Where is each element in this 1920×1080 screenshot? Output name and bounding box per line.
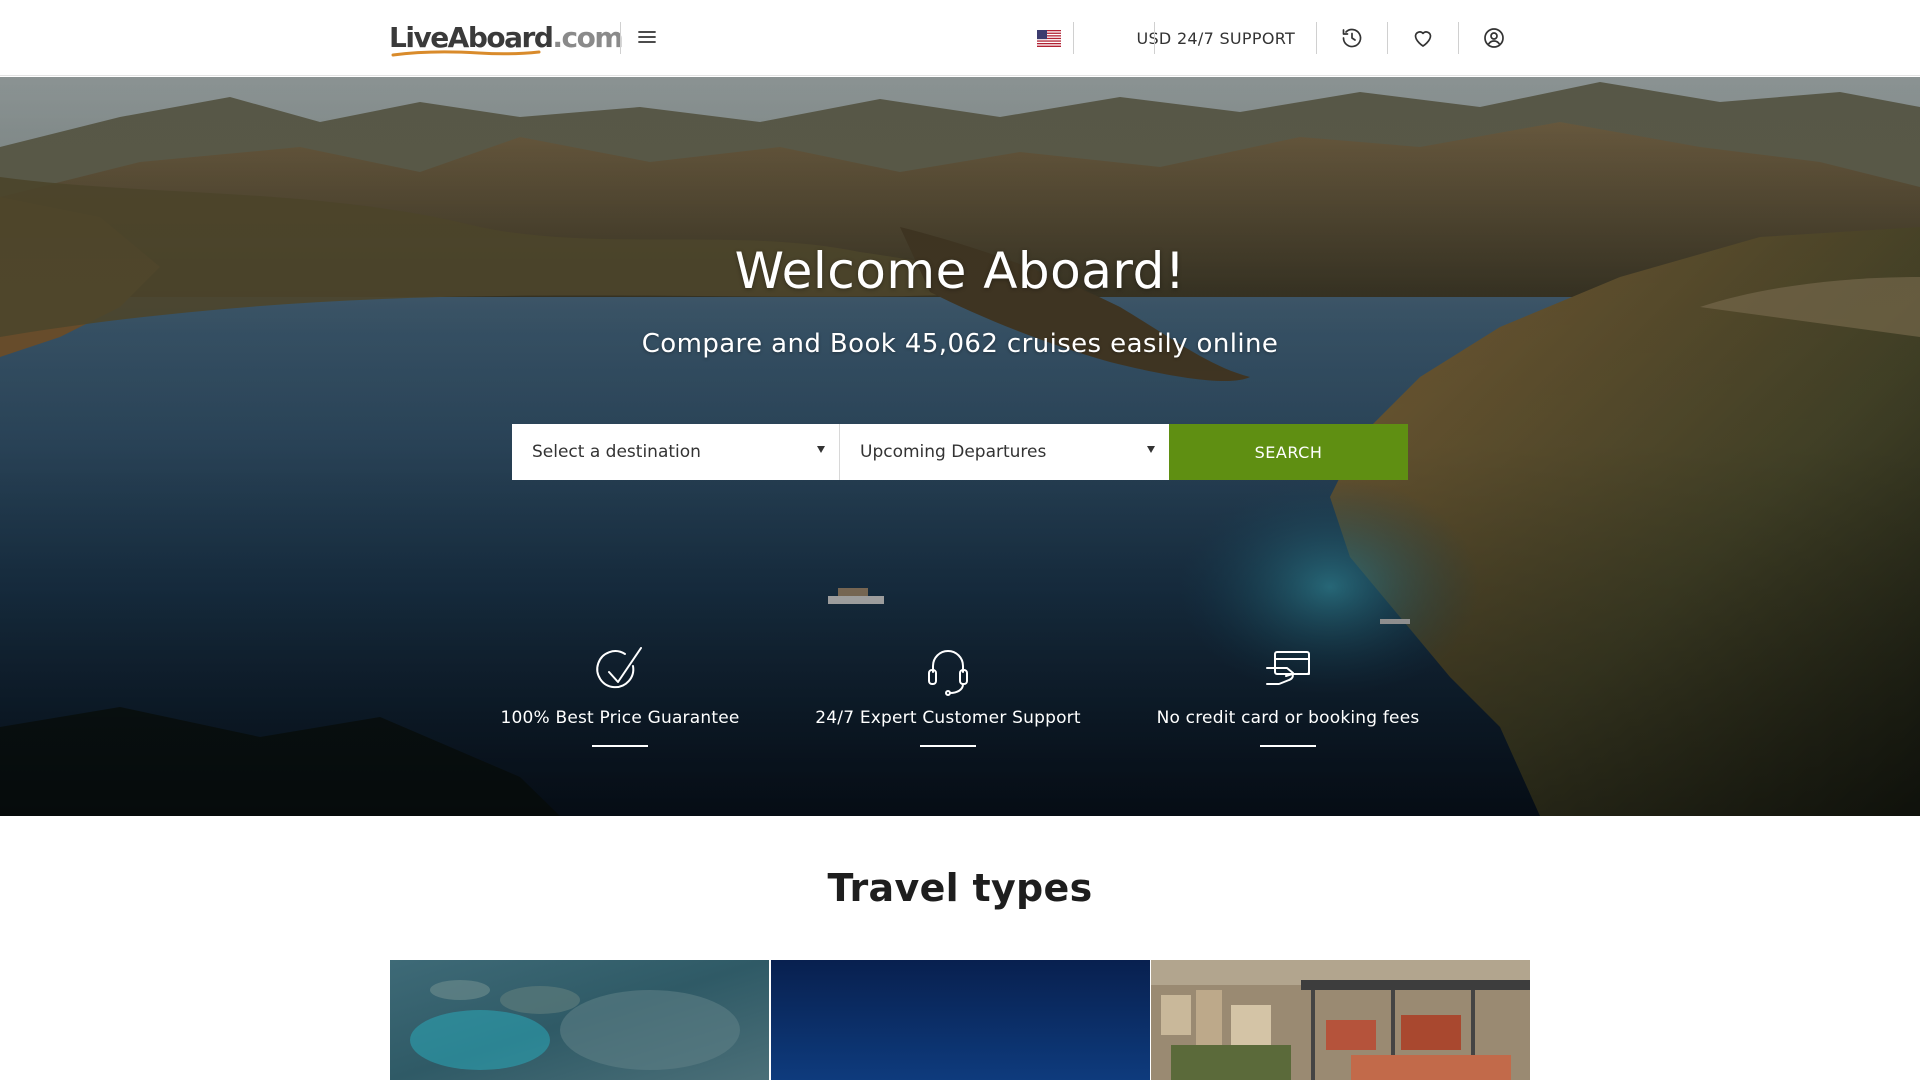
travel-type-image	[771, 960, 1150, 1080]
logo-swoosh-icon	[391, 50, 541, 57]
header-divider	[1316, 22, 1317, 54]
usp-label: 24/7 Expert Customer Support	[815, 708, 1081, 728]
site-header: LiveAboard.com USD 24/7 SUPPORT	[0, 0, 1920, 76]
account-button[interactable]	[1464, 0, 1524, 76]
chevron-down-icon	[1147, 446, 1155, 453]
user-circle-icon	[1484, 28, 1504, 48]
site-logo[interactable]: LiveAboard.com	[389, 18, 624, 58]
header-divider	[1387, 22, 1388, 54]
logo-tld: .com	[552, 21, 623, 54]
language-selector[interactable]	[1024, 0, 1074, 76]
header-divider	[620, 22, 621, 54]
hamburger-icon	[638, 31, 656, 43]
wishlist-button[interactable]	[1393, 0, 1453, 76]
usp-divider	[1260, 745, 1316, 747]
us-flag-icon	[1037, 29, 1061, 47]
departures-select[interactable]: Upcoming Departures	[840, 424, 1169, 480]
travel-type-image	[1151, 960, 1530, 1080]
travel-type-card-cruise[interactable]	[771, 960, 1150, 1080]
hero-title: Welcome Aboard!	[734, 242, 1186, 300]
heart-icon	[1414, 31, 1432, 47]
usp-label: No credit card or booking fees	[1156, 708, 1420, 728]
header-divider	[1154, 22, 1155, 54]
search-button[interactable]: SEARCH	[1169, 424, 1408, 480]
usp-label: 100% Best Price Guarantee	[500, 708, 740, 728]
usp-divider	[592, 745, 648, 747]
chevron-down-icon	[817, 446, 825, 453]
search-form: Select a destination Upcoming Departures…	[512, 424, 1408, 480]
checkmark-circle-icon	[596, 647, 642, 689]
headset-icon	[928, 650, 968, 696]
usp-item: 100% Best Price Guarantee	[470, 644, 770, 747]
usp-item: No credit card or booking fees	[1138, 644, 1438, 747]
hero-banner: Welcome Aboard! Compare and Book 45,062 …	[0, 77, 1920, 816]
section-title: Travel types	[827, 866, 1093, 910]
header-divider	[1073, 22, 1074, 54]
history-button[interactable]	[1322, 0, 1382, 76]
credit-card-icon	[1266, 651, 1310, 685]
destination-select[interactable]: Select a destination	[512, 424, 840, 480]
hero-subtitle: Compare and Book 45,062 cruises easily o…	[641, 329, 1279, 359]
history-icon	[1342, 28, 1362, 48]
travel-type-image	[390, 960, 769, 1080]
departures-select-value: Upcoming Departures	[860, 442, 1047, 462]
header-divider	[1458, 22, 1459, 54]
travel-type-card-river[interactable]	[1151, 960, 1530, 1080]
support-link[interactable]: 24/7 SUPPORT	[1160, 0, 1312, 76]
usp-item: 24/7 Expert Customer Support	[798, 644, 1098, 747]
menu-button[interactable]	[634, 24, 660, 50]
usp-divider	[920, 745, 976, 747]
destination-select-value: Select a destination	[532, 442, 701, 462]
travel-type-card-diving[interactable]	[390, 960, 769, 1080]
